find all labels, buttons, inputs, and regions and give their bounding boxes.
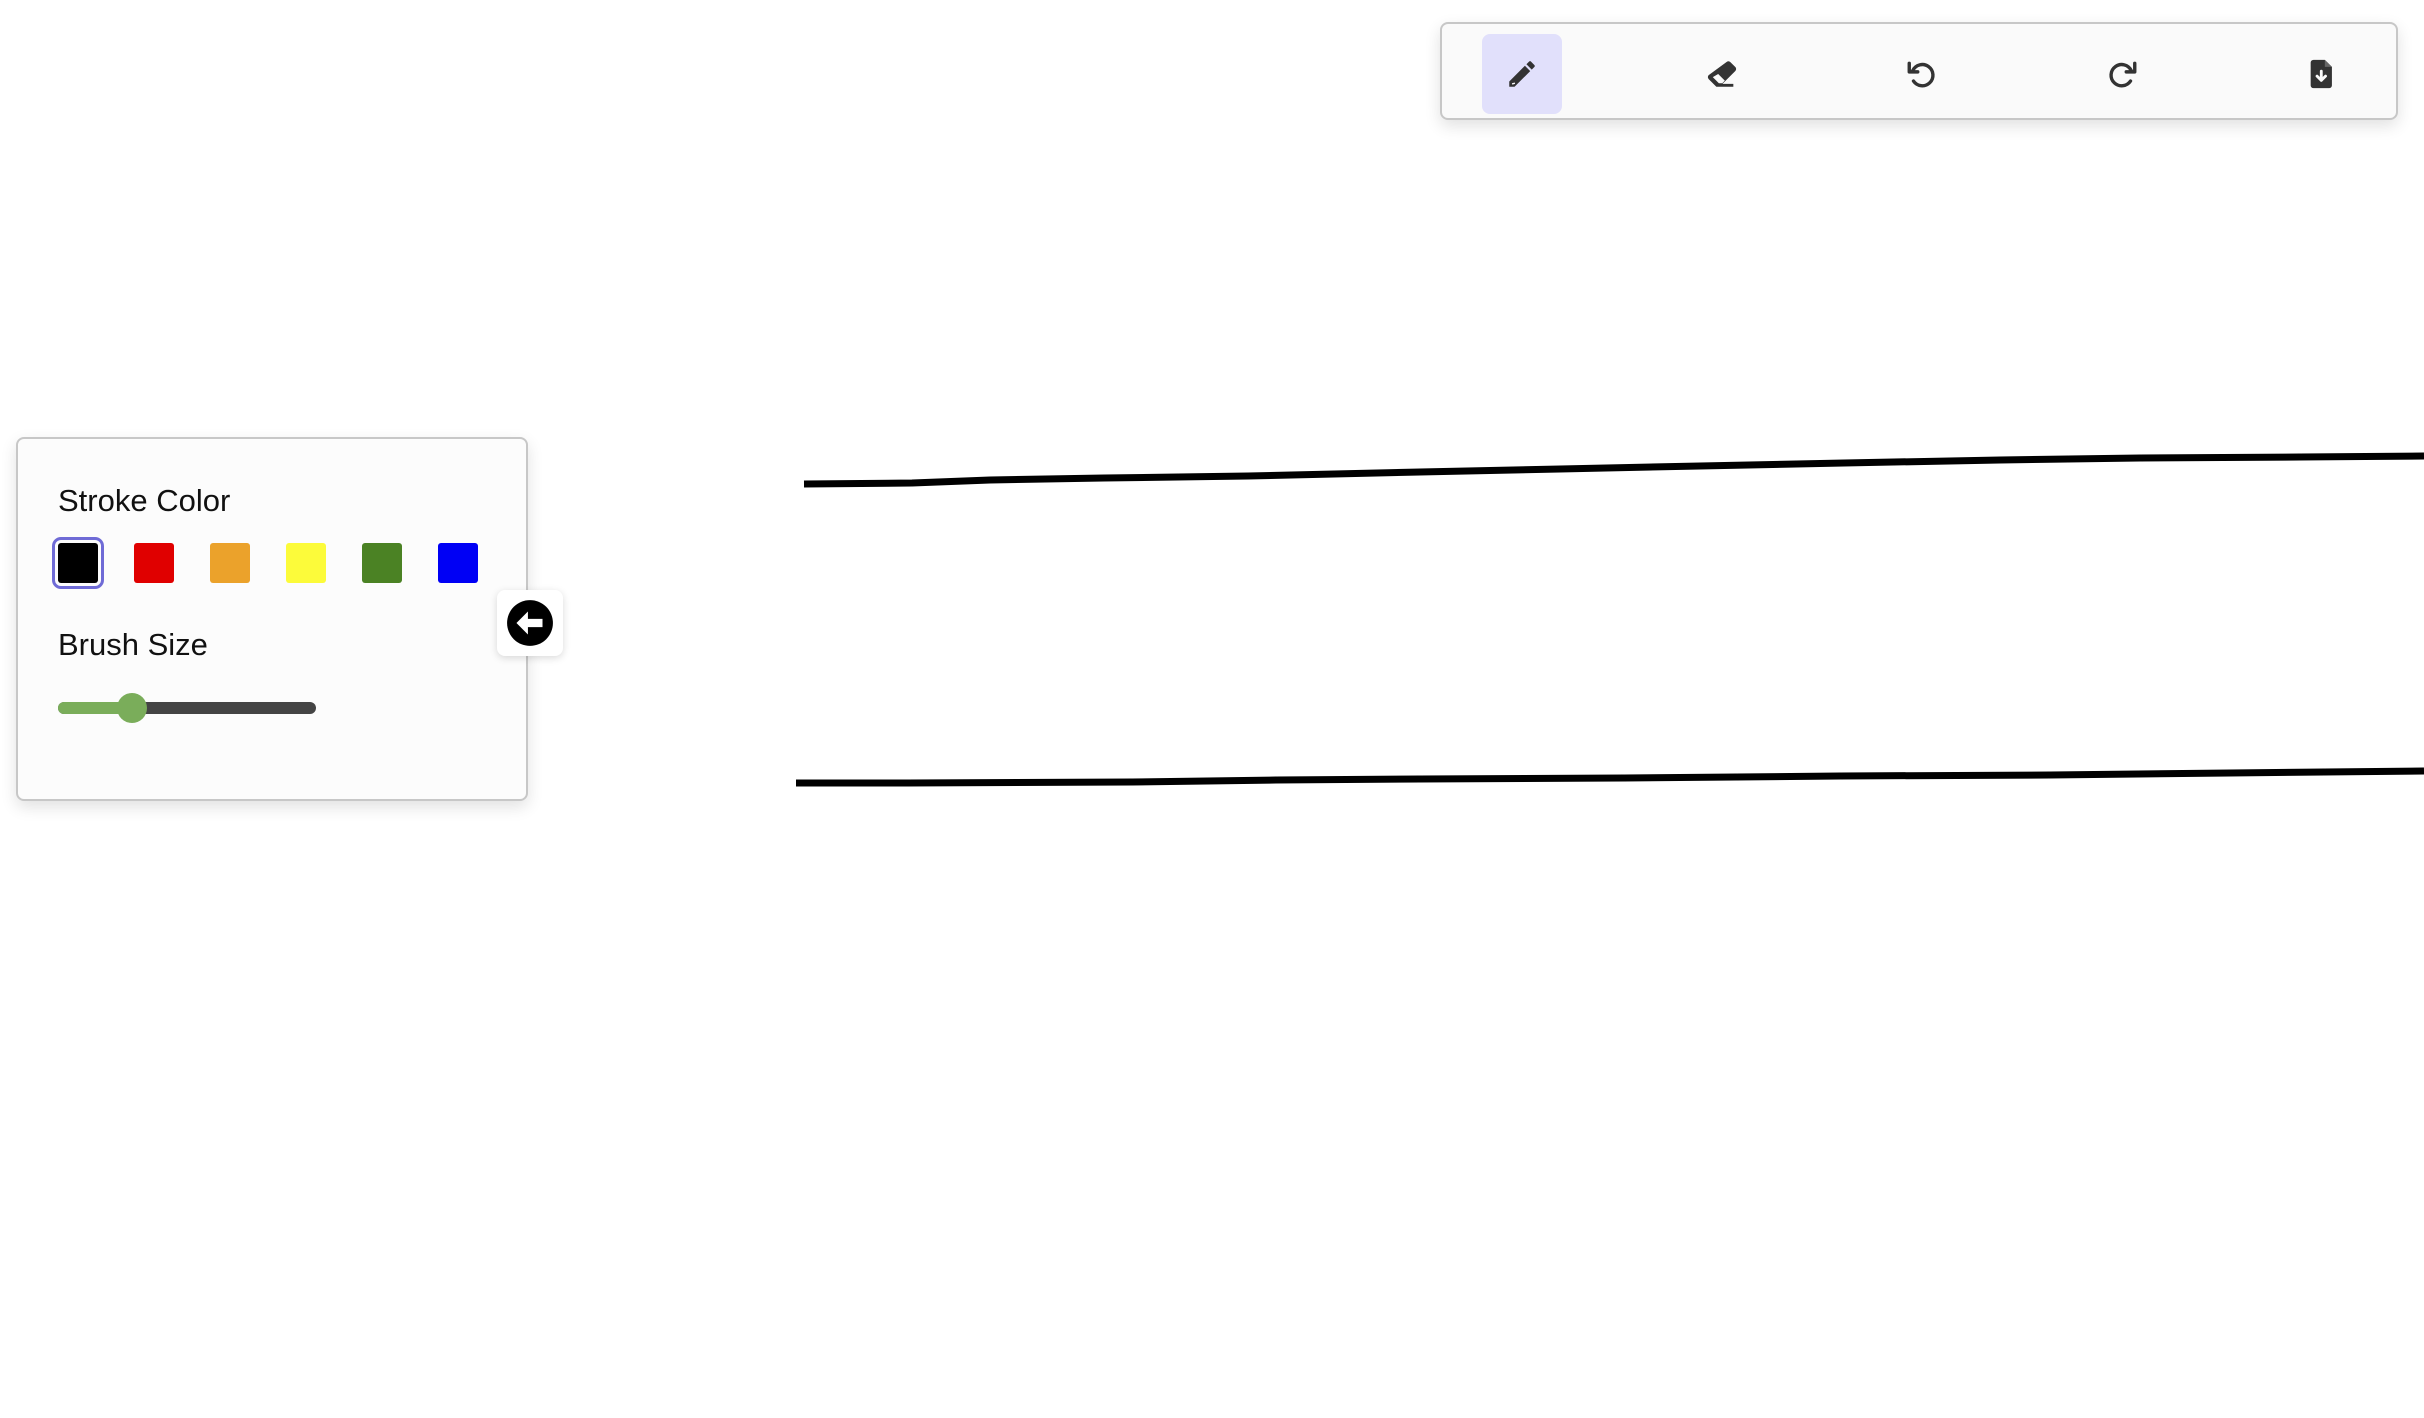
color-swatch-yellow[interactable]	[286, 543, 326, 583]
redo-icon	[2109, 61, 2137, 88]
brush-size-slider[interactable]	[58, 693, 316, 723]
eraser-button[interactable]	[1682, 34, 1762, 114]
pencil-icon	[1509, 61, 1535, 87]
toolbar	[1440, 22, 2398, 120]
stroke-line-1	[803, 452, 2424, 488]
pencil-button[interactable]	[1482, 34, 1562, 114]
collapse-panel-button[interactable]	[497, 590, 563, 656]
arrow-left-circle-icon	[507, 600, 553, 646]
file-download-icon	[2310, 59, 2332, 89]
brush-size-label: Brush Size	[58, 627, 208, 662]
undo-button[interactable]	[1882, 34, 1962, 114]
color-swatch-blue[interactable]	[438, 543, 478, 583]
stroke-line-2	[796, 767, 2424, 787]
eraser-icon	[1707, 61, 1737, 87]
color-swatch-green[interactable]	[362, 543, 402, 583]
slider-thumb[interactable]	[117, 693, 148, 723]
redo-button[interactable]	[2082, 34, 2162, 114]
stroke-color-label: Stroke Color	[58, 483, 231, 518]
settings-panel: Stroke Color Brush Size	[16, 437, 528, 801]
undo-icon	[1907, 61, 1935, 88]
color-swatch-red[interactable]	[134, 543, 174, 583]
color-swatch-orange[interactable]	[210, 543, 250, 583]
drawing-app: Stroke Color Brush Size	[0, 0, 2424, 1418]
color-swatch-black[interactable]	[52, 537, 104, 589]
export-button[interactable]	[2282, 34, 2362, 114]
